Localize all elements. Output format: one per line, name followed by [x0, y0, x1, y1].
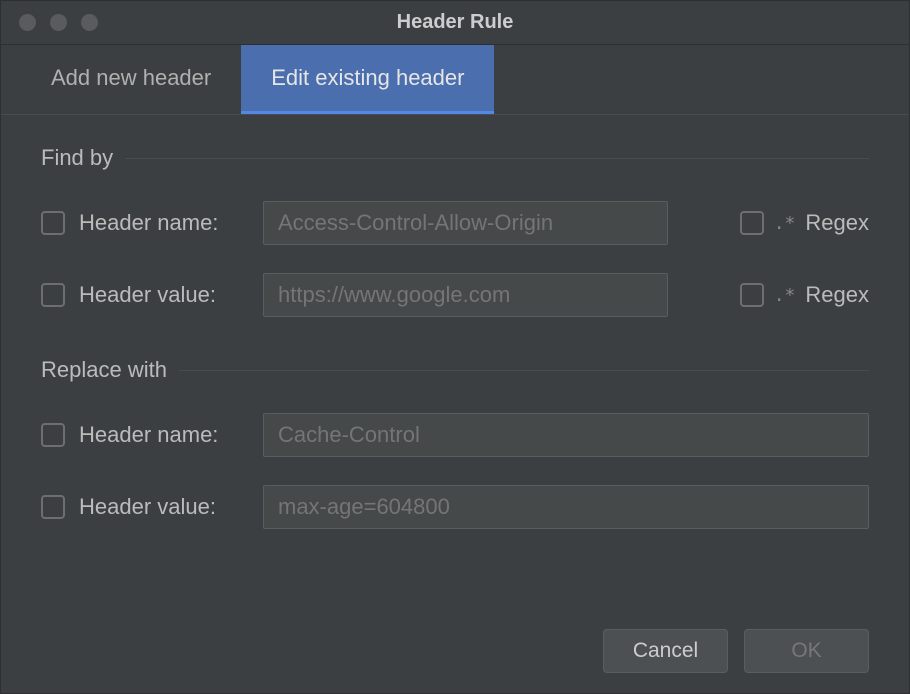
section-header: Find by [41, 145, 869, 171]
replace-header-name-row: Header name: [41, 413, 869, 457]
find-header-value-row: Header value: .* Regex [41, 273, 869, 317]
divider [179, 370, 869, 371]
replace-header-name-label: Header name: [79, 422, 249, 448]
tab-edit-existing-header[interactable]: Edit existing header [241, 45, 494, 114]
tab-bar: Add new header Edit existing header [1, 45, 909, 115]
replace-with-title: Replace with [41, 357, 167, 383]
regex-icon: .* [774, 213, 796, 234]
find-header-value-input[interactable] [263, 273, 668, 317]
find-header-value-regex-group: .* Regex [740, 282, 869, 308]
find-header-name-input[interactable] [263, 201, 668, 245]
titlebar: Header Rule [1, 1, 909, 45]
find-header-value-label: Header value: [79, 282, 249, 308]
find-by-title: Find by [41, 145, 113, 171]
ok-button[interactable]: OK [744, 629, 869, 673]
find-header-name-row: Header name: .* Regex [41, 201, 869, 245]
traffic-lights [19, 14, 98, 31]
dialog-window: Header Rule Add new header Edit existing… [0, 0, 910, 694]
replace-with-section: Replace with Header name: Header value: [41, 357, 869, 529]
replace-header-value-checkbox[interactable] [41, 495, 65, 519]
minimize-icon[interactable] [50, 14, 67, 31]
section-header: Replace with [41, 357, 869, 383]
replace-header-name-checkbox[interactable] [41, 423, 65, 447]
maximize-icon[interactable] [81, 14, 98, 31]
button-row: Cancel OK [1, 629, 909, 693]
tab-add-new-header[interactable]: Add new header [21, 45, 241, 114]
find-header-name-regex-label: Regex [805, 210, 869, 236]
close-icon[interactable] [19, 14, 36, 31]
cancel-button[interactable]: Cancel [603, 629, 728, 673]
find-header-name-label: Header name: [79, 210, 249, 236]
replace-header-name-input[interactable] [263, 413, 869, 457]
regex-icon: .* [774, 285, 796, 306]
dialog-content: Find by Header name: .* Regex Header val… [1, 115, 909, 629]
find-header-value-regex-checkbox[interactable] [740, 283, 764, 307]
find-header-value-regex-label: Regex [805, 282, 869, 308]
replace-header-value-label: Header value: [79, 494, 249, 520]
find-header-name-regex-group: .* Regex [740, 210, 869, 236]
replace-header-value-input[interactable] [263, 485, 869, 529]
find-header-value-checkbox[interactable] [41, 283, 65, 307]
find-header-name-checkbox[interactable] [41, 211, 65, 235]
find-by-section: Find by Header name: .* Regex Header val… [41, 145, 869, 317]
window-title: Header Rule [397, 11, 514, 34]
find-header-name-regex-checkbox[interactable] [740, 211, 764, 235]
divider [125, 158, 869, 159]
replace-header-value-row: Header value: [41, 485, 869, 529]
